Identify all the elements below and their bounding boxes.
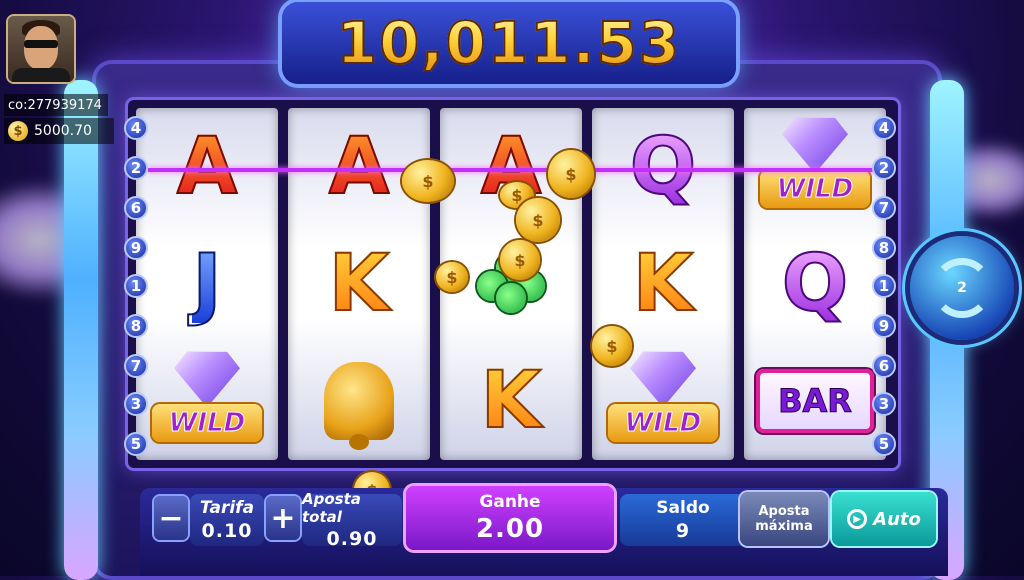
symbol-wild: WILD [136,342,278,459]
symbol-a: A [328,121,390,212]
payline-number-right[interactable]: 4 [872,116,896,140]
winning-payline [148,168,876,172]
symbol-k: K [328,238,390,329]
coin-icon: $ [592,326,632,366]
symbol-q: Q [629,121,697,212]
symbol-letter: A [136,108,278,225]
symbol-letter: Q [744,225,886,342]
auto-spin-button[interactable]: ▶ Auto [832,492,936,546]
tarifa-display: Tarifa 0.10 [190,494,264,546]
decrease-bet-button[interactable]: − [154,496,188,540]
payline-number-right[interactable]: 5 [872,432,896,456]
symbol-bar: BAR [744,342,886,459]
symbol-a: A [176,121,238,212]
reel-5: WILD Q BAR [744,108,886,460]
payline-number-right[interactable]: 3 [872,392,896,416]
max-bet-button[interactable]: Aposta máxima [740,492,828,546]
payline-number-right[interactable]: 1 [872,274,896,298]
payline-number-left[interactable]: 8 [124,314,148,338]
symbol-letter: Q [592,108,734,225]
reel-4: Q K WILD [592,108,734,460]
cabinet-left-light [64,80,98,580]
symbol-q: Q [781,238,849,329]
ganhe-label: Ganhe [479,492,541,512]
player-balance: $ 5000.70 [4,118,114,144]
symbol-letter: K [288,225,430,342]
aposta-total-value: 0.90 [326,528,378,550]
wild-label: WILD [760,169,870,208]
payline-number-left[interactable]: 4 [124,116,148,140]
spin-button[interactable]: 2 [910,236,1014,340]
wild-label: WILD [152,403,262,442]
payline-number-left[interactable]: 9 [124,236,148,260]
coin-icon: $ [548,150,594,198]
reels-area: A J WILD AK AK Q K WILD WILD Q BAR [128,100,898,468]
saldo-value: 9 [675,520,691,542]
payline-number-left[interactable]: 2 [124,156,148,180]
payline-number-left[interactable]: 5 [124,432,148,456]
tarifa-value: 0.10 [201,520,253,542]
symbol-j: J [191,238,222,329]
ganhe-value: 2.00 [475,514,545,544]
payline-number-right[interactable]: 6 [872,354,896,378]
coin-icon: $ [516,198,560,242]
auto-label: Auto [873,508,921,530]
player-id: co:277939174 [4,94,108,116]
aposta-total-display: Aposta total 0.90 [302,490,402,550]
symbol-k: K [632,238,694,329]
ganhe-display: Ganhe 2.00 [406,486,614,550]
bell-icon [324,361,394,450]
saldo-label: Saldo [656,498,710,518]
auto-play-icon: ▶ [847,509,868,529]
payline-number-right[interactable]: 9 [872,314,896,338]
jackpot-display: 10,011.53 [282,2,736,84]
payline-number-left[interactable]: 3 [124,392,148,416]
max-bet-label: Aposta máxima [755,504,813,534]
coin-icon: $ [402,160,454,202]
payline-number-left[interactable]: 6 [124,196,148,220]
spin-count: 2 [957,280,967,296]
wild-label: WILD [608,403,718,442]
diamond-icon [782,117,848,174]
diamond-icon [630,351,696,408]
saldo-display: Saldo 9 [620,494,746,546]
symbol-wild: WILD [744,108,886,225]
coin-icon: $ [8,121,28,141]
payline-number-left[interactable]: 1 [124,274,148,298]
payline-number-right[interactable]: 7 [872,196,896,220]
coin-icon: $ [500,240,540,280]
bar-label: BAR [756,368,874,433]
payline-number-right[interactable]: 2 [872,156,896,180]
symbol-letter: K [440,342,582,459]
diamond-icon [174,351,240,408]
jackpot-amount: 10,011.53 [336,8,682,78]
player-balance-value: 5000.70 [34,123,92,139]
tarifa-label: Tarifa [199,498,255,518]
payline-number-left[interactable]: 7 [124,354,148,378]
symbol-letter: J [136,225,278,342]
coin-icon: $ [436,262,468,292]
symbol-k: K [480,355,542,446]
increase-bet-button[interactable]: + [266,496,300,540]
symbol-letter: K [592,225,734,342]
player-avatar[interactable] [8,16,74,82]
reel-1: A J WILD [136,108,278,460]
payline-number-right[interactable]: 8 [872,236,896,260]
symbol-bell [288,342,430,459]
reel-2: AK [288,108,430,460]
aposta-total-label: Aposta total [302,490,361,526]
